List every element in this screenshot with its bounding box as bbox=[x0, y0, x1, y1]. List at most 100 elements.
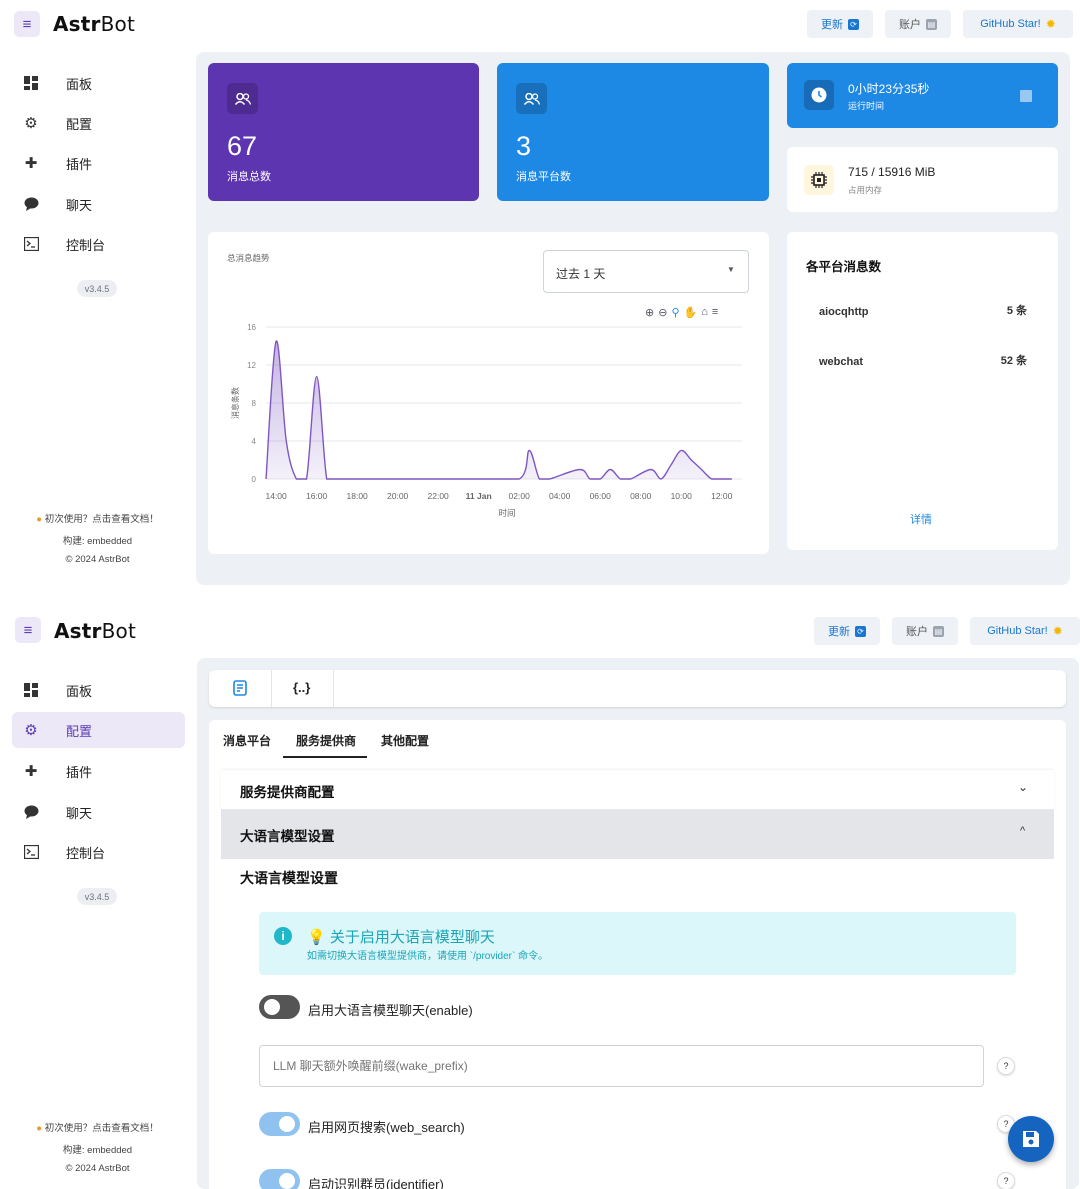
x-tick-label: 18:00 bbox=[347, 491, 369, 501]
sidebar-item-chat[interactable]: 聊天 bbox=[12, 794, 185, 830]
y-axis-title: 消息条数 bbox=[230, 387, 240, 419]
id-card-icon: ▤ bbox=[933, 625, 944, 637]
memory-value: 715 / 15916 MiB bbox=[848, 165, 936, 179]
y-tick-label: 16 bbox=[247, 323, 256, 332]
puzzle-icon: ✚ bbox=[24, 763, 38, 780]
x-tick-label: 10:00 bbox=[671, 491, 693, 501]
chevron-down-icon: ⌄ bbox=[1018, 780, 1029, 794]
github-star-button[interactable]: GitHub Star! ✹ bbox=[970, 617, 1080, 645]
x-tick-label: 12:00 bbox=[711, 491, 733, 501]
account-button[interactable]: 账户 ▤ bbox=[885, 10, 951, 38]
tab-platforms[interactable]: 消息平台 bbox=[223, 732, 271, 749]
dashboard-icon bbox=[23, 75, 39, 91]
id-card-icon: ▤ bbox=[926, 18, 937, 30]
y-tick-label: 4 bbox=[252, 437, 257, 446]
version-badge: v3.4.5 bbox=[77, 888, 117, 905]
enable-llm-label: 启用大语言模型聊天(enable) bbox=[308, 1003, 473, 1018]
build-info: 构建: embedded bbox=[62, 536, 133, 547]
users-icon bbox=[227, 83, 258, 114]
help-button[interactable]: ? bbox=[997, 1172, 1015, 1189]
terminal-icon bbox=[23, 844, 39, 860]
sidebar-item-config[interactable]: ⚙ 配置 bbox=[12, 712, 185, 748]
x-tick-label: 22:00 bbox=[428, 491, 450, 501]
sidebar-item-console[interactable]: 控制台 bbox=[12, 834, 185, 870]
gear-icon: ⚙ bbox=[24, 115, 38, 132]
platform-row: webchat 52 条 bbox=[819, 355, 1027, 368]
divider bbox=[333, 670, 334, 707]
x-tick-label: 04:00 bbox=[549, 491, 571, 501]
enable-llm-toggle[interactable] bbox=[259, 995, 300, 1019]
message-trend-chart: 0 4 8 12 16 14:00 16:00 18:00 20:00 22:00 11 Jan 02… bbox=[230, 323, 742, 519]
sidebar-item-dashboard[interactable]: 面板 bbox=[12, 65, 185, 101]
copyright: © 2024 AstrBot bbox=[65, 1163, 130, 1174]
details-link[interactable]: 详情 bbox=[910, 511, 932, 527]
x-tick-label: 20:00 bbox=[387, 491, 409, 501]
save-fab-button[interactable] bbox=[1008, 1116, 1054, 1162]
series-area bbox=[266, 340, 732, 479]
y-tick-label: 12 bbox=[247, 361, 256, 370]
y-tick-label: 0 bbox=[252, 475, 257, 484]
active-tab-indicator bbox=[283, 756, 367, 758]
copyright: © 2024 AstrBot bbox=[65, 554, 130, 565]
tab-other[interactable]: 其他配置 bbox=[381, 732, 429, 749]
total-messages-card: 67 消息总数 bbox=[208, 63, 479, 201]
uptime-card: 0小时23分35秒 运行时间 bbox=[787, 63, 1058, 128]
menu-toggle-button[interactable]: ≡ bbox=[15, 617, 41, 643]
app-logo: AstrBot bbox=[54, 619, 137, 643]
platforms-card: 3 消息平台数 bbox=[497, 63, 769, 201]
github-star-button[interactable]: GitHub Star! ✹ bbox=[963, 10, 1073, 38]
refresh-icon: ⟳ bbox=[855, 625, 866, 637]
docs-hint-link[interactable]: ● 初次使用？点击查看文档！ bbox=[0, 1120, 195, 1134]
divider bbox=[271, 670, 272, 707]
llm-section-header[interactable]: 大语言模型设置 ^ bbox=[221, 810, 1054, 859]
account-button[interactable]: 账户 ▤ bbox=[892, 617, 958, 645]
help-button[interactable]: ? bbox=[997, 1057, 1015, 1075]
menu-toggle-button[interactable]: ≡ bbox=[14, 11, 40, 37]
total-messages-value: 67 bbox=[227, 131, 258, 161]
llm-section-title: 大语言模型设置 bbox=[240, 870, 338, 886]
terminal-icon bbox=[23, 236, 39, 252]
tab-providers[interactable]: 服务提供商 bbox=[296, 732, 356, 749]
clock-icon bbox=[804, 80, 834, 110]
uptime-value: 0小时23分35秒 bbox=[848, 82, 930, 96]
hamburger-icon: ≡ bbox=[23, 621, 33, 639]
sidebar-item-plugins[interactable]: ✚ 插件 bbox=[12, 753, 185, 789]
palette-icon: ● bbox=[36, 1123, 43, 1134]
update-button[interactable]: 更新 ⟳ bbox=[807, 10, 873, 38]
x-tick-label: 14:00 bbox=[265, 491, 287, 501]
hamburger-icon: ≡ bbox=[22, 15, 32, 33]
uptime-label: 运行时间 bbox=[848, 101, 885, 111]
puzzle-icon: ✚ bbox=[24, 155, 38, 172]
x-tick-label: 16:00 bbox=[306, 491, 328, 501]
info-icon: i bbox=[274, 927, 292, 945]
sun-icon: ✹ bbox=[1045, 17, 1056, 31]
provider-section-header[interactable]: 服务提供商配置 ⌄ bbox=[221, 770, 1054, 810]
gear-icon: ⚙ bbox=[24, 722, 38, 739]
identifier-toggle[interactable] bbox=[259, 1169, 300, 1189]
form-edit-icon[interactable] bbox=[233, 680, 249, 701]
chat-bubble-icon bbox=[23, 804, 39, 820]
sidebar-item-dashboard[interactable]: 面板 bbox=[12, 672, 185, 708]
editor-mode-toolbar: {..} bbox=[209, 670, 1066, 707]
x-tick-label: 11 Jan bbox=[466, 491, 492, 501]
update-button[interactable]: 更新 ⟳ bbox=[814, 617, 880, 645]
users-icon bbox=[516, 83, 547, 114]
chevron-up-icon: ^ bbox=[1020, 825, 1026, 837]
sidebar-item-chat[interactable]: 聊天 bbox=[12, 186, 185, 222]
sidebar-item-console[interactable]: 控制台 bbox=[12, 226, 185, 262]
docs-hint-link[interactable]: ● 初次使用？点击查看文档！ bbox=[0, 511, 195, 525]
sun-icon: ✹ bbox=[1052, 624, 1063, 638]
dashboard-screen: ≡ AstrBot 更新 ⟳ 账户 ▤ GitHub Star! ✹ 面板 ⚙ … bbox=[0, 0, 1080, 600]
memory-card: 715 / 15916 MiB 占用内存 bbox=[787, 147, 1058, 212]
platform-stats-card: 各平台消息数 aiocqhttp 5 条 webchat 52 条 详情 bbox=[787, 232, 1058, 550]
web-search-toggle[interactable] bbox=[259, 1112, 300, 1136]
identifier-label: 启动识别群员(identifier) bbox=[308, 1177, 444, 1189]
total-messages-label: 消息总数 bbox=[227, 171, 271, 183]
build-info: 构建: embedded bbox=[62, 1145, 133, 1156]
floppy-disk-icon bbox=[1023, 1131, 1039, 1147]
sidebar-item-plugins[interactable]: ✚ 插件 bbox=[12, 145, 185, 181]
code-braces-icon[interactable]: {..} bbox=[293, 680, 310, 695]
sidebar-item-config[interactable]: ⚙ 配置 bbox=[12, 105, 185, 141]
wake-prefix-input[interactable] bbox=[259, 1045, 984, 1087]
platform-stats-title: 各平台消息数 bbox=[806, 260, 882, 274]
